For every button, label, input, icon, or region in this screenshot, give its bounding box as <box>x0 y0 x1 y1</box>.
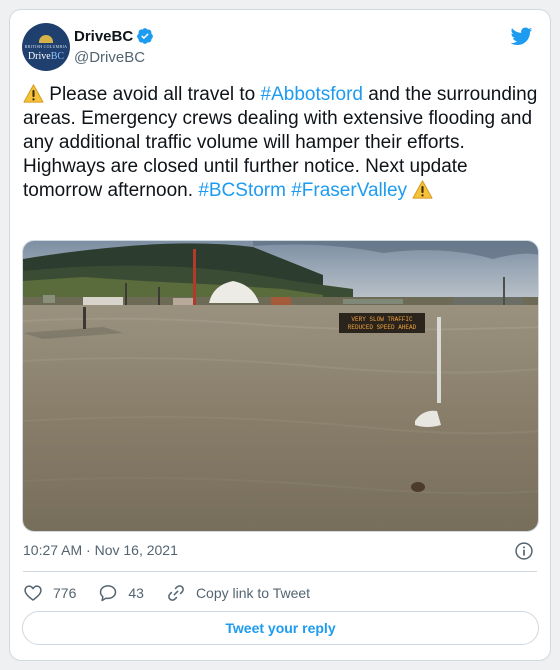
tweet-text: Please avoid all travel to #Abbotsford a… <box>23 83 543 203</box>
hashtag-fraservalley-link[interactable]: #FraserValley <box>291 180 407 201</box>
heart-icon <box>24 585 42 601</box>
avatar-caption: BRITISH COLUMBIA <box>24 43 68 49</box>
tweet-photo[interactable]: VERY SLOW TRAFFIC REDUCED SPEED AHEAD <box>22 240 539 532</box>
link-icon <box>168 585 184 601</box>
tweet-actions: 776 43 Copy link to Tweet <box>23 581 332 605</box>
flooded-highway-photo: VERY SLOW TRAFFIC REDUCED SPEED AHEAD <box>23 241 538 531</box>
hashtag-abbotsford-link[interactable]: #Abbotsford <box>261 84 363 105</box>
author-name-row[interactable]: DriveBC <box>74 27 154 45</box>
copy-link-label: Copy link to Tweet <box>195 585 311 601</box>
warning-icon <box>23 84 44 103</box>
reply-count: 43 <box>128 585 144 601</box>
tweet-timestamp[interactable]: 10:27 AM · Nov 16, 2021 <box>23 542 178 558</box>
avatar-brand: DriveBC <box>27 50 65 62</box>
bc-sun-logo <box>39 34 53 43</box>
sign-line-2: REDUCED SPEED AHEAD <box>348 324 417 331</box>
copy-link-button[interactable]: Copy link to Tweet <box>166 583 310 603</box>
tweet-text-part: Please avoid all travel to <box>44 84 261 105</box>
like-button[interactable]: 776 <box>23 583 76 603</box>
tweet-card: BRITISH COLUMBIA DriveBC DriveBC @DriveB… <box>9 9 551 661</box>
display-name[interactable]: DriveBC <box>74 28 133 45</box>
warning-icon <box>412 180 433 199</box>
sign-line-1: VERY SLOW TRAFFIC <box>351 316 413 323</box>
info-icon[interactable] <box>514 541 534 561</box>
hashtag-bcstorm-link[interactable]: #BCStorm <box>198 180 286 201</box>
twitter-bird-icon[interactable] <box>509 25 534 47</box>
avatar[interactable]: BRITISH COLUMBIA DriveBC <box>22 23 70 71</box>
tweet-your-reply-button[interactable]: Tweet your reply <box>22 611 539 645</box>
reply-button[interactable]: 43 <box>98 583 144 603</box>
like-count: 776 <box>53 585 77 601</box>
verified-badge-icon <box>137 28 154 44</box>
reply-bubble-icon <box>100 585 117 602</box>
user-handle[interactable]: @DriveBC <box>74 49 145 66</box>
divider <box>23 571 537 572</box>
